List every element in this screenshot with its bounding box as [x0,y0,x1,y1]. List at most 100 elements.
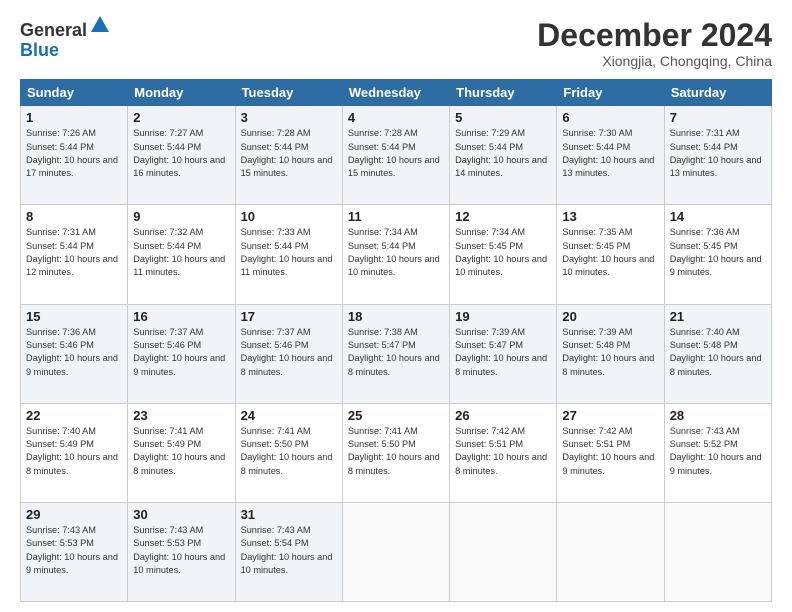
table-row: 14Sunrise: 7:36 AM Sunset: 5:45 PM Dayli… [664,205,771,304]
table-row: 8 Sunrise: 7:31 AM Sunset: 5:44 PM Daylig… [21,205,128,304]
day-number: 23 [133,408,229,423]
day-number: 30 [133,507,229,522]
day-info: Sunrise: 7:39 AM Sunset: 5:48 PM Dayligh… [562,326,658,379]
day-info: Sunrise: 7:43 AM Sunset: 5:52 PM Dayligh… [670,425,766,478]
table-row: 1 Sunrise: 7:26 AM Sunset: 5:44 PM Daylig… [21,106,128,205]
calendar-row: 15Sunrise: 7:36 AM Sunset: 5:46 PM Dayli… [21,304,772,403]
day-info: Sunrise: 7:28 AM Sunset: 5:44 PM Dayligh… [241,127,337,180]
col-sunday: Sunday [21,80,128,106]
day-number: 11 [348,209,444,224]
day-number: 18 [348,309,444,324]
day-number: 16 [133,309,229,324]
day-info: Sunrise: 7:41 AM Sunset: 5:50 PM Dayligh… [241,425,337,478]
day-info: Sunrise: 7:35 AM Sunset: 5:45 PM Dayligh… [562,226,658,279]
table-row: 31Sunrise: 7:43 AM Sunset: 5:54 PM Dayli… [235,502,342,601]
day-number: 21 [670,309,766,324]
day-info: Sunrise: 7:34 AM Sunset: 5:44 PM Dayligh… [348,226,444,279]
table-row: 15Sunrise: 7:36 AM Sunset: 5:46 PM Dayli… [21,304,128,403]
day-number: 29 [26,507,122,522]
table-row: 13 Sunrise: 7:35 AM Sunset: 5:45 PM Dayli… [557,205,664,304]
table-row: 21 Sunrise: 7:40 AM Sunset: 5:48 PM Dayli… [664,304,771,403]
table-row [557,502,664,601]
day-number: 28 [670,408,766,423]
table-row: 10 Sunrise: 7:33 AM Sunset: 5:44 PM Dayli… [235,205,342,304]
day-info: Sunrise: 7:36 AM Sunset: 5:45 PM Dayligh… [670,226,766,279]
table-row: 30 Sunrise: 7:43 AM Sunset: 5:53 PM Dayli… [128,502,235,601]
table-row: 22 Sunrise: 7:40 AM Sunset: 5:49 PM Dayli… [21,403,128,502]
day-info: Sunrise: 7:29 AM Sunset: 5:44 PM Dayligh… [455,127,551,180]
day-info: Sunrise: 7:42 AM Sunset: 5:51 PM Dayligh… [562,425,658,478]
day-number: 22 [26,408,122,423]
month-title: December 2024 [537,18,772,53]
location: Xiongjia, Chongqing, China [537,53,772,69]
table-row: 17 Sunrise: 7:37 AM Sunset: 5:46 PM Dayli… [235,304,342,403]
day-number: 17 [241,309,337,324]
day-number: 6 [562,110,658,125]
table-row: 28 Sunrise: 7:43 AM Sunset: 5:52 PM Dayli… [664,403,771,502]
day-number: 7 [670,110,766,125]
table-row: 19 Sunrise: 7:39 AM Sunset: 5:47 PM Dayli… [450,304,557,403]
day-number: 31 [241,507,337,522]
day-info: Sunrise: 7:33 AM Sunset: 5:44 PM Dayligh… [241,226,337,279]
calendar: Sunday Monday Tuesday Wednesday Thursday… [20,79,772,602]
day-info: Sunrise: 7:30 AM Sunset: 5:44 PM Dayligh… [562,127,658,180]
table-row [342,502,449,601]
day-info: Sunrise: 7:27 AM Sunset: 5:44 PM Dayligh… [133,127,229,180]
day-info: Sunrise: 7:34 AM Sunset: 5:45 PM Dayligh… [455,226,551,279]
day-number: 13 [562,209,658,224]
col-wednesday: Wednesday [342,80,449,106]
day-number: 3 [241,110,337,125]
day-number: 19 [455,309,551,324]
day-info: Sunrise: 7:41 AM Sunset: 5:49 PM Dayligh… [133,425,229,478]
day-info: Sunrise: 7:40 AM Sunset: 5:49 PM Dayligh… [26,425,122,478]
logo: General Blue [20,18,111,61]
day-number: 1 [26,110,122,125]
day-info: Sunrise: 7:38 AM Sunset: 5:47 PM Dayligh… [348,326,444,379]
day-number: 24 [241,408,337,423]
table-row: 12 Sunrise: 7:34 AM Sunset: 5:45 PM Dayli… [450,205,557,304]
calendar-row: 1 Sunrise: 7:26 AM Sunset: 5:44 PM Daylig… [21,106,772,205]
day-number: 10 [241,209,337,224]
table-row: 2 Sunrise: 7:27 AM Sunset: 5:44 PM Daylig… [128,106,235,205]
col-monday: Monday [128,80,235,106]
day-number: 8 [26,209,122,224]
day-number: 25 [348,408,444,423]
table-row: 25Sunrise: 7:41 AM Sunset: 5:50 PM Dayli… [342,403,449,502]
table-row: 11 Sunrise: 7:34 AM Sunset: 5:44 PM Dayli… [342,205,449,304]
logo-blue: Blue [20,40,59,60]
table-row: 27Sunrise: 7:42 AM Sunset: 5:51 PM Dayli… [557,403,664,502]
day-info: Sunrise: 7:43 AM Sunset: 5:53 PM Dayligh… [26,524,122,577]
calendar-row: 8 Sunrise: 7:31 AM Sunset: 5:44 PM Daylig… [21,205,772,304]
day-number: 12 [455,209,551,224]
table-row: 24 Sunrise: 7:41 AM Sunset: 5:50 PM Dayli… [235,403,342,502]
day-info: Sunrise: 7:42 AM Sunset: 5:51 PM Dayligh… [455,425,551,478]
day-info: Sunrise: 7:37 AM Sunset: 5:46 PM Dayligh… [241,326,337,379]
day-info: Sunrise: 7:26 AM Sunset: 5:44 PM Dayligh… [26,127,122,180]
table-row: 9Sunrise: 7:32 AM Sunset: 5:44 PM Daylig… [128,205,235,304]
table-row: 7 Sunrise: 7:31 AM Sunset: 5:44 PM Daylig… [664,106,771,205]
calendar-header-row: Sunday Monday Tuesday Wednesday Thursday… [21,80,772,106]
table-row [664,502,771,601]
day-info: Sunrise: 7:43 AM Sunset: 5:53 PM Dayligh… [133,524,229,577]
table-row: 26Sunrise: 7:42 AM Sunset: 5:51 PM Dayli… [450,403,557,502]
header: General Blue December 2024 Xiongjia, Cho… [20,18,772,69]
logo-general: General [20,20,87,40]
table-row: 16Sunrise: 7:37 AM Sunset: 5:46 PM Dayli… [128,304,235,403]
table-row: 5 Sunrise: 7:29 AM Sunset: 5:44 PM Daylig… [450,106,557,205]
day-info: Sunrise: 7:31 AM Sunset: 5:44 PM Dayligh… [26,226,122,279]
logo-icon [89,14,111,36]
day-info: Sunrise: 7:31 AM Sunset: 5:44 PM Dayligh… [670,127,766,180]
title-block: December 2024 Xiongjia, Chongqing, China [537,18,772,69]
day-info: Sunrise: 7:28 AM Sunset: 5:44 PM Dayligh… [348,127,444,180]
day-info: Sunrise: 7:40 AM Sunset: 5:48 PM Dayligh… [670,326,766,379]
table-row: 3 Sunrise: 7:28 AM Sunset: 5:44 PM Daylig… [235,106,342,205]
day-number: 2 [133,110,229,125]
day-number: 20 [562,309,658,324]
table-row: 6 Sunrise: 7:30 AM Sunset: 5:44 PM Daylig… [557,106,664,205]
day-info: Sunrise: 7:32 AM Sunset: 5:44 PM Dayligh… [133,226,229,279]
calendar-row: 22 Sunrise: 7:40 AM Sunset: 5:49 PM Dayli… [21,403,772,502]
day-info: Sunrise: 7:39 AM Sunset: 5:47 PM Dayligh… [455,326,551,379]
day-number: 5 [455,110,551,125]
col-thursday: Thursday [450,80,557,106]
table-row: 4Sunrise: 7:28 AM Sunset: 5:44 PM Daylig… [342,106,449,205]
